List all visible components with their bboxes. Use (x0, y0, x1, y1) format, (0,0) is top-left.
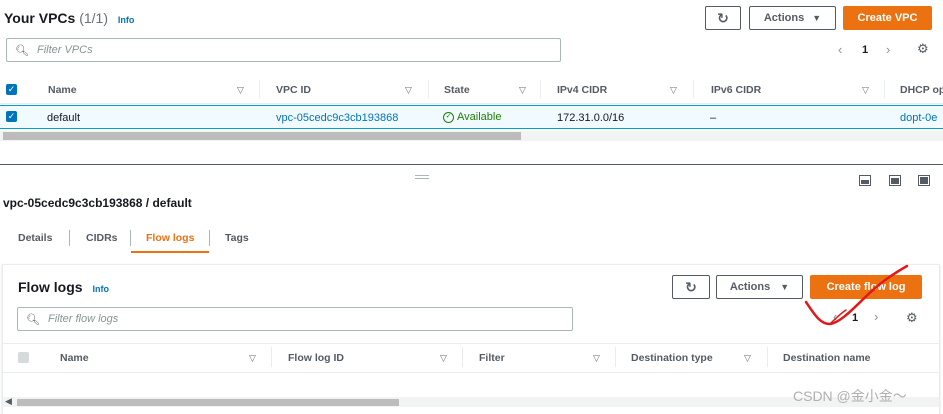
select-all-checkbox[interactable] (18, 352, 29, 363)
scrollbar-thumb[interactable] (17, 399, 399, 406)
prev-page-icon[interactable]: ‹ (838, 42, 842, 57)
col-name[interactable]: Name (60, 352, 89, 364)
active-tab-indicator (131, 251, 209, 253)
col-divider (767, 347, 768, 367)
col-destination-name[interactable]: Destination name (783, 352, 871, 364)
tab-cidrs[interactable]: CIDRs (86, 232, 118, 244)
split-view-full-icon[interactable] (918, 175, 930, 186)
split-view-bottom-icon[interactable] (859, 175, 871, 186)
tab-divider (209, 230, 210, 246)
flow-logs-title-text: Flow logs (18, 279, 83, 295)
col-divider (271, 347, 272, 367)
row-state: Available (457, 111, 502, 123)
col-name[interactable]: Name (48, 84, 77, 96)
tab-flow-logs[interactable]: Flow logs (146, 232, 194, 244)
horizontal-scrollbar[interactable] (0, 131, 943, 141)
split-view-side-icon[interactable] (889, 175, 901, 186)
sort-caret-icon[interactable]: ▽ (405, 85, 412, 96)
caret-down-icon: ▼ (812, 13, 822, 23)
vpc-page-number[interactable]: 1 (862, 44, 868, 56)
watermark: CSDN @金小金～ (793, 388, 907, 404)
row-dhcp-link[interactable]: dopt-0e (900, 112, 937, 124)
tab-bar: Details CIDRs Flow logs Tags (0, 225, 943, 253)
col-ipv4-cidr[interactable]: IPv4 CIDR (557, 84, 607, 96)
vpc-search-input[interactable]: 🔍︎ Filter VPCs (6, 38, 561, 62)
sort-caret-icon[interactable]: ▽ (249, 353, 256, 364)
refresh-icon: ↻ (685, 278, 697, 295)
sort-caret-icon[interactable]: ▽ (744, 353, 751, 364)
sort-caret-icon[interactable]: ▽ (519, 85, 526, 96)
next-page-icon[interactable]: › (886, 42, 890, 57)
tab-details[interactable]: Details (18, 232, 52, 244)
col-dhcp[interactable]: DHCP op (900, 84, 943, 96)
flow-search-placeholder: Filter flow logs (47, 313, 119, 325)
annotation-checkmark (804, 264, 909, 326)
sort-caret-icon[interactable]: ▽ (440, 353, 447, 364)
vpc-panel: Your VPCs (1/1) Info ↻ Actions ▼ Create … (0, 0, 943, 145)
flow-logs-info-link[interactable]: Info (92, 284, 109, 294)
col-divider (259, 80, 260, 98)
page-title: Your VPCs (1/1) Info (4, 10, 134, 26)
sort-caret-icon[interactable]: ▽ (670, 85, 677, 96)
col-filter[interactable]: Filter (479, 352, 505, 364)
search-icon: 🔍︎ (15, 44, 29, 57)
row-ipv6: – (710, 112, 717, 124)
col-divider (884, 80, 885, 98)
scroll-left-icon[interactable]: ◀ (5, 396, 12, 407)
col-state[interactable]: State (444, 84, 470, 96)
flow-actions-label: Actions (729, 281, 771, 293)
col-ipv6-cidr[interactable]: IPv6 CIDR (711, 84, 761, 96)
col-vpc-id[interactable]: VPC ID (276, 84, 311, 96)
caret-down-icon: ▼ (780, 282, 790, 292)
actions-label: Actions (763, 12, 805, 24)
row-checkbox[interactable]: ✓ (6, 111, 17, 122)
search-icon: 🔍︎ (26, 313, 40, 326)
col-divider (462, 347, 463, 367)
vpc-info-link[interactable]: Info (118, 15, 135, 25)
row-ipv4: 172.31.0.0/16 (557, 112, 625, 124)
check-circle-icon: ✓ (443, 111, 454, 123)
sort-caret-icon[interactable]: ▽ (593, 353, 600, 364)
details-heading: vpc-05cedc9c3cb193868 / default (3, 196, 192, 210)
col-divider (615, 347, 616, 367)
split-divider[interactable] (0, 164, 943, 165)
tab-divider (130, 230, 131, 246)
create-vpc-button[interactable]: Create VPC (843, 6, 932, 30)
row-vpc-id-link[interactable]: vpc-05cedc9c3cb193868 (276, 112, 398, 124)
drag-handle-icon[interactable] (415, 175, 429, 179)
col-divider (540, 80, 541, 98)
row-name: default (47, 112, 81, 124)
flow-logs-search-input[interactable]: 🔍︎ Filter flow logs (17, 307, 573, 331)
vpc-search-placeholder: Filter VPCs (36, 44, 93, 56)
settings-gear-icon[interactable]: ⚙ (917, 41, 929, 57)
refresh-icon: ↻ (717, 9, 729, 26)
status-badge: ✓ Available (443, 111, 501, 123)
flow-logs-actions-button[interactable]: Actions ▼ (716, 275, 803, 299)
select-all-checkbox[interactable]: ✓ (6, 84, 17, 95)
tab-divider (69, 230, 70, 246)
vpc-actions-button[interactable]: Actions ▼ (749, 6, 836, 30)
vpc-refresh-button[interactable]: ↻ (705, 6, 741, 30)
vpc-count: (1/1) (79, 10, 108, 26)
col-divider (693, 80, 694, 98)
scrollbar-thumb[interactable] (3, 132, 521, 140)
sort-caret-icon[interactable]: ▽ (862, 85, 869, 96)
vpc-title: Your VPCs (4, 10, 76, 26)
flow-logs-refresh-button[interactable]: ↻ (672, 275, 710, 299)
col-destination-type[interactable]: Destination type (631, 352, 713, 364)
tab-tags[interactable]: Tags (225, 232, 249, 244)
vpc-table-header (0, 76, 943, 104)
col-divider (428, 80, 429, 98)
flow-logs-title: Flow logs Info (18, 279, 109, 295)
sort-caret-icon[interactable]: ▽ (237, 85, 244, 96)
col-flow-log-id[interactable]: Flow log ID (288, 352, 344, 364)
